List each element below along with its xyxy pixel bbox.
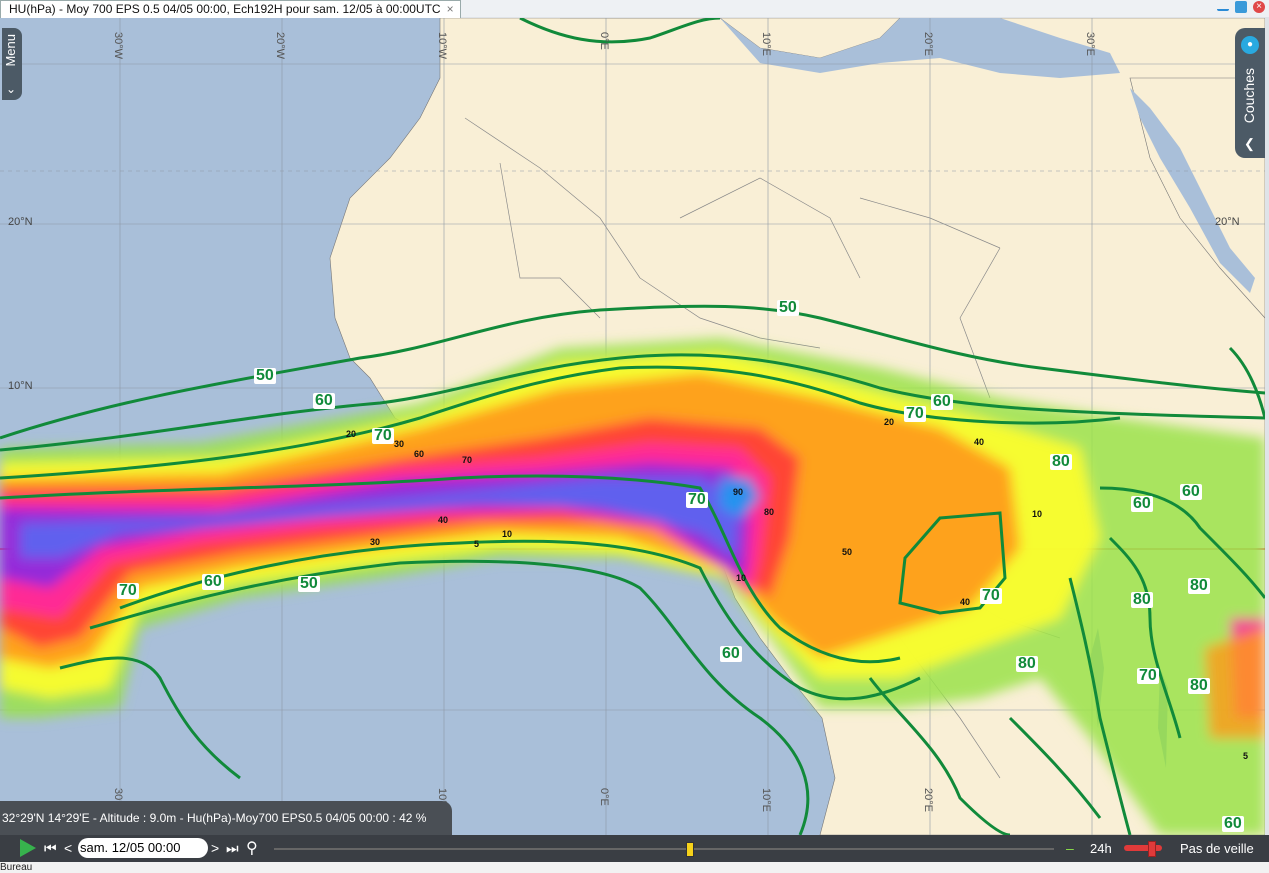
status-bar: 32°29'N 14°29'E - Altitude : 9.0m - Hu(h… xyxy=(0,801,452,835)
speed-slider[interactable] xyxy=(1124,841,1162,857)
footer-label: Bureau xyxy=(0,862,33,873)
layers-label: Couches xyxy=(1241,68,1257,124)
footer-bar: Bureau xyxy=(0,862,1269,873)
chevron-down-icon: ⌄ xyxy=(6,82,17,96)
first-frame-icon[interactable]: ⏮ xyxy=(44,835,57,862)
date-field[interactable]: sam. 12/05 00:00 xyxy=(78,838,208,858)
close-icon[interactable]: × xyxy=(1253,1,1265,13)
animation-toolbar: ⏮ < sam. 12/05 00:00 > ⏭ ⚲ – 24h Pas de … xyxy=(0,835,1269,862)
tab-title: HU(hPa) - Moy 700 EPS 0.5 04/05 00:00, E… xyxy=(9,2,441,16)
chevron-left-icon: ❮ xyxy=(1244,136,1255,151)
status-text: 32°29'N 14°29'E - Altitude : 9.0m - Hu(h… xyxy=(2,811,427,825)
step-label: 24h xyxy=(1090,841,1112,856)
lock-icon[interactable]: ● xyxy=(1241,36,1259,54)
menu-tab[interactable]: Menu ⌄ xyxy=(2,28,22,100)
window-controls: × xyxy=(1217,0,1265,16)
weather-map[interactable] xyxy=(0,18,1265,835)
slider-handle[interactable] xyxy=(1148,841,1156,857)
layers-panel-tab[interactable]: ● Couches ❮ xyxy=(1235,28,1265,158)
timeline-cursor[interactable] xyxy=(686,842,694,857)
step-minus-icon[interactable]: – xyxy=(1066,835,1074,862)
next-icon[interactable]: > xyxy=(211,835,219,862)
minimize-icon[interactable] xyxy=(1217,1,1229,11)
tab-close-button[interactable]: × xyxy=(447,2,454,16)
last-frame-icon[interactable]: ⏭ xyxy=(226,835,239,862)
zoom-icon[interactable]: ⚲ xyxy=(246,835,258,862)
timeline-track[interactable] xyxy=(274,848,1054,850)
document-tab[interactable]: HU(hPa) - Moy 700 EPS 0.5 04/05 00:00, E… xyxy=(0,0,461,18)
menu-label: Menu xyxy=(3,34,18,67)
previous-icon[interactable]: < xyxy=(64,835,72,862)
maximize-icon[interactable] xyxy=(1235,1,1247,13)
play-icon[interactable] xyxy=(20,839,36,857)
mode-label[interactable]: Pas de veille xyxy=(1180,835,1254,862)
